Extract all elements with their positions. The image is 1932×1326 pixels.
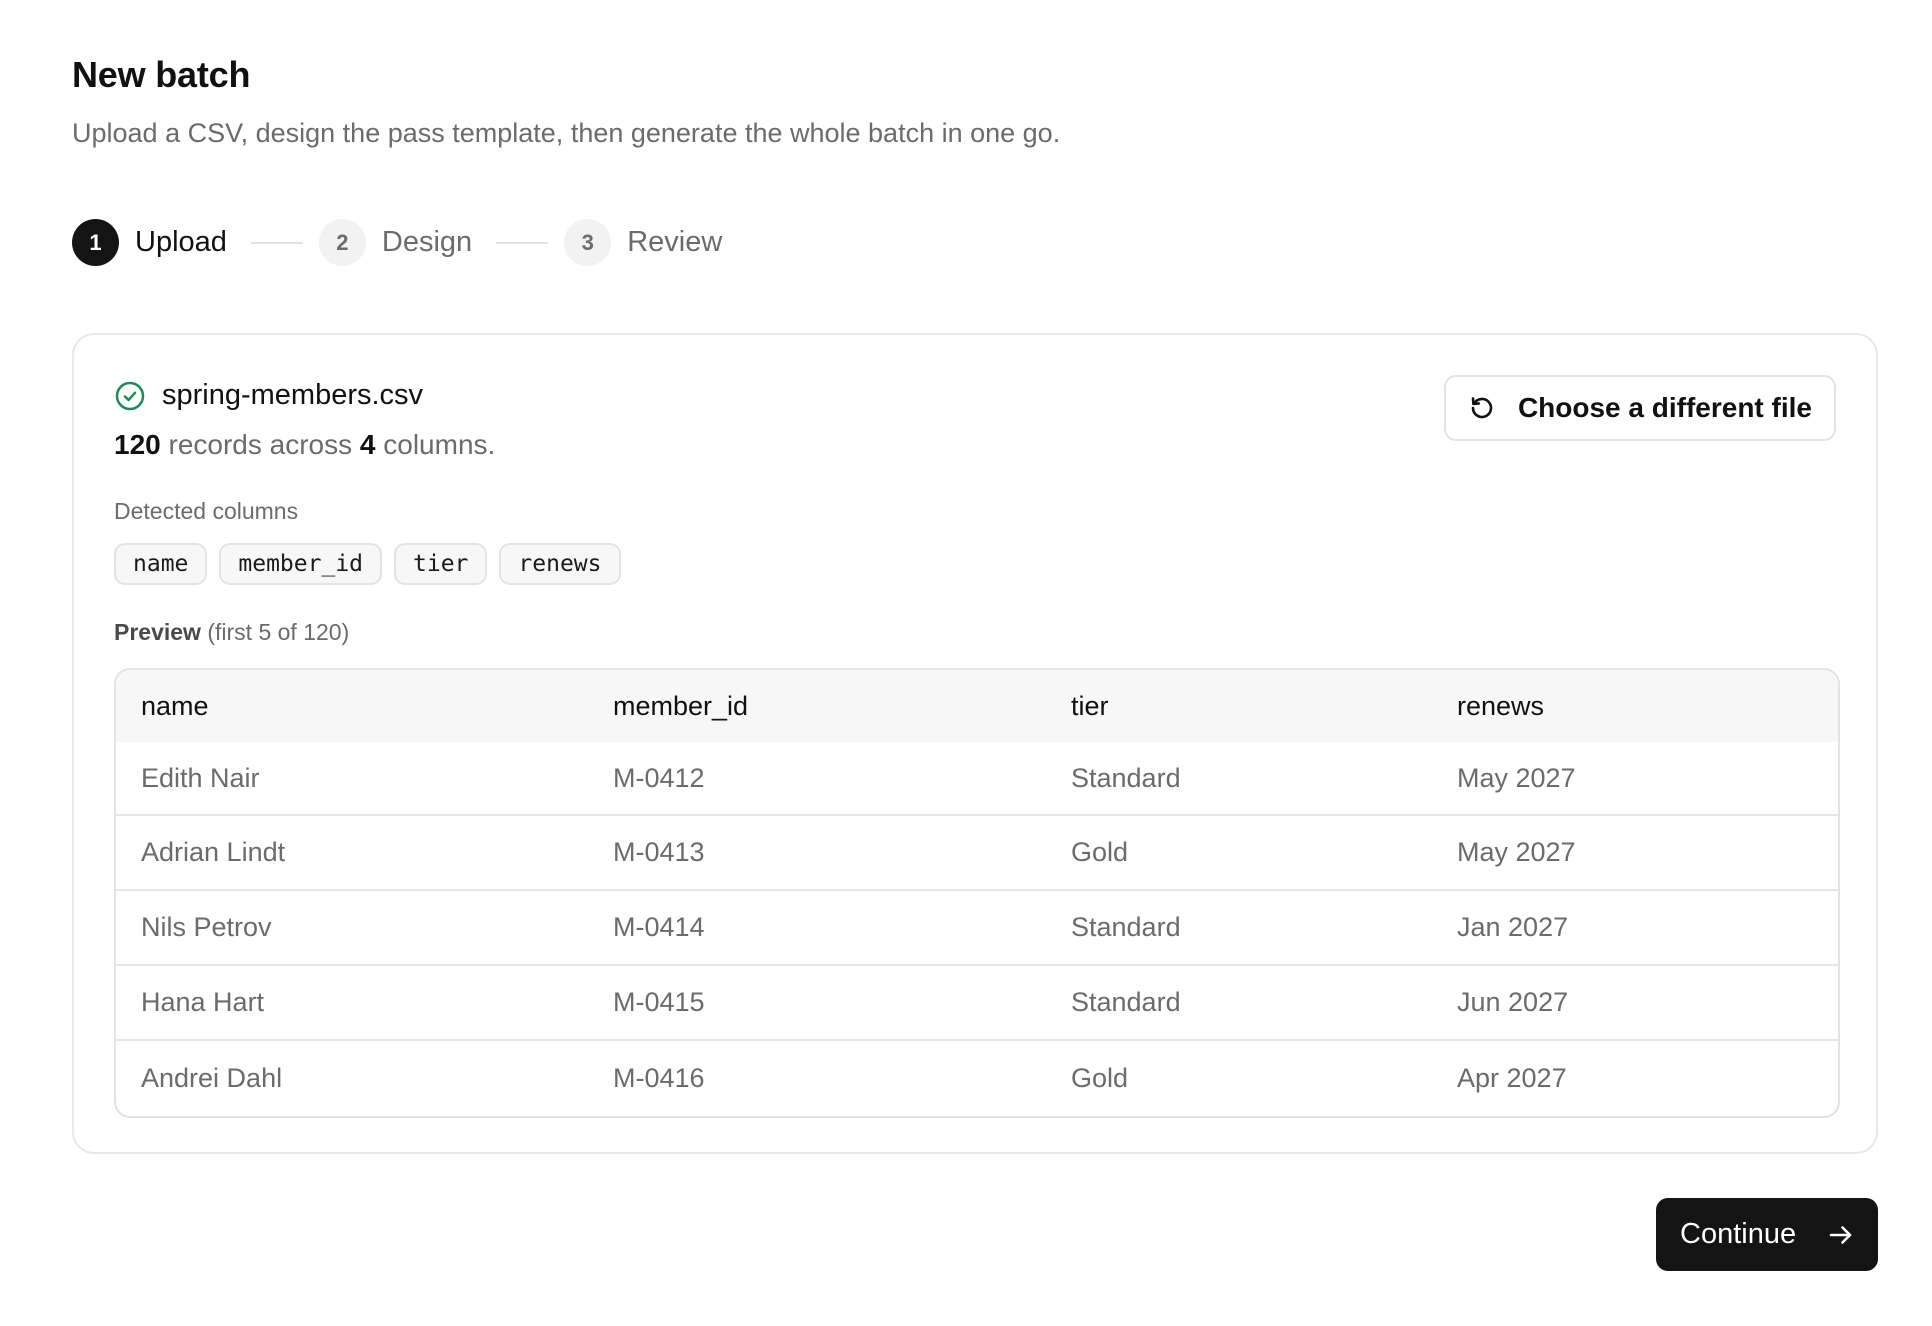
step-label: Review: [627, 226, 723, 258]
table-row: Nils Petrov M-0414 Standard Jan 2027: [116, 889, 1838, 965]
preview-label-rest: (first 5 of 120): [207, 619, 350, 645]
table-cell: M-0412: [613, 762, 705, 793]
choose-different-file-button[interactable]: Choose a different file: [1443, 375, 1836, 441]
step-label: Upload: [135, 226, 227, 258]
column-chip: renews: [499, 543, 621, 585]
table-header-row: name member_id tier renews: [116, 670, 1838, 742]
step-number: 1: [72, 219, 119, 266]
table-cell: May 2027: [1432, 814, 1838, 890]
check-circle-icon: [115, 381, 145, 410]
table-row: Andrei Dahl M-0416 Gold Apr 2027: [116, 1039, 1838, 1115]
page-subtitle: Upload a CSV, design the pass template, …: [72, 118, 1061, 148]
table-cell: Gold: [1046, 1039, 1432, 1115]
continue-label: Continue: [1680, 1218, 1797, 1250]
preview-label-strong: Preview: [114, 619, 201, 645]
table-row: Hana Hart M-0415 Standard Jun 2027: [116, 964, 1838, 1040]
refresh-icon: [1471, 397, 1493, 419]
preview-label: Preview (first 5 of 120): [114, 619, 349, 646]
table-cell: M-0414: [588, 889, 1046, 965]
column-header: member_id: [613, 690, 749, 721]
columns-text: columns.: [383, 429, 496, 460]
detected-columns: name member_id tier renews: [114, 543, 633, 585]
column-count: 4: [359, 429, 376, 460]
upload-card: spring-members.csv 120 records across 4 …: [72, 333, 1878, 1154]
step-connector: [496, 241, 549, 244]
table-cell: Jun 2027: [1432, 964, 1838, 1040]
table-cell: Apr 2027: [1432, 1039, 1838, 1115]
arrow-right-icon: [1829, 1226, 1852, 1244]
table-cell: Jan 2027: [1432, 889, 1838, 965]
table-cell: Standard: [1071, 762, 1181, 793]
step-connector: [250, 241, 303, 244]
table-cell: Hana Hart: [116, 964, 588, 1040]
table-row: Edith Nair M-0412 Standard May 2027: [116, 742, 1838, 815]
table-cell: Standard: [1046, 889, 1432, 965]
table-cell: M-0415: [588, 964, 1046, 1040]
file-name: spring-members.csv: [162, 379, 424, 411]
column-chip: tier: [394, 543, 488, 585]
table-cell: Adrian Lindt: [116, 814, 588, 890]
continue-button[interactable]: Continue: [1656, 1198, 1878, 1271]
column-header: tier: [1071, 690, 1109, 721]
table-cell: M-0416: [588, 1039, 1046, 1115]
step-number: 2: [318, 219, 366, 266]
step-design[interactable]: 2 Design: [318, 219, 473, 266]
file-info: spring-members.csv: [114, 379, 423, 412]
table-cell: M-0413: [588, 814, 1046, 890]
table-row: Adrian Lindt M-0413 Gold May 2027: [116, 814, 1838, 890]
step-label: Design: [381, 226, 473, 258]
step-review[interactable]: 3 Review: [564, 219, 722, 266]
record-summary: 120 records across 4 columns.: [114, 429, 495, 461]
table-cell: Standard: [1046, 964, 1432, 1040]
preview-table: name member_id tier renews Edith Nair M-…: [114, 668, 1840, 1118]
new-batch-page: New batch Upload a CSV, design the pass …: [0, 0, 1932, 1326]
table-cell: May 2027: [1457, 762, 1576, 793]
table-cell: Nils Petrov: [116, 889, 588, 965]
column-header: renews: [1457, 690, 1545, 721]
page-title: New batch: [72, 54, 251, 95]
table-cell: Gold: [1046, 814, 1432, 890]
detected-columns-label: Detected columns: [114, 498, 299, 524]
column-header: name: [141, 690, 209, 721]
step-number: 3: [564, 219, 612, 266]
step-upload[interactable]: 1 Upload: [72, 219, 227, 266]
column-chip: name: [114, 543, 208, 585]
table-cell: Andrei Dahl: [116, 1039, 588, 1115]
record-count: 120: [114, 429, 161, 460]
table-cell: Edith Nair: [141, 762, 260, 793]
stepper: 1 Upload 2 Design 3 Review: [72, 219, 722, 266]
column-chip: member_id: [219, 543, 383, 585]
choose-different-file-label: Choose a different file: [1517, 392, 1812, 423]
records-text: records across: [168, 429, 353, 460]
